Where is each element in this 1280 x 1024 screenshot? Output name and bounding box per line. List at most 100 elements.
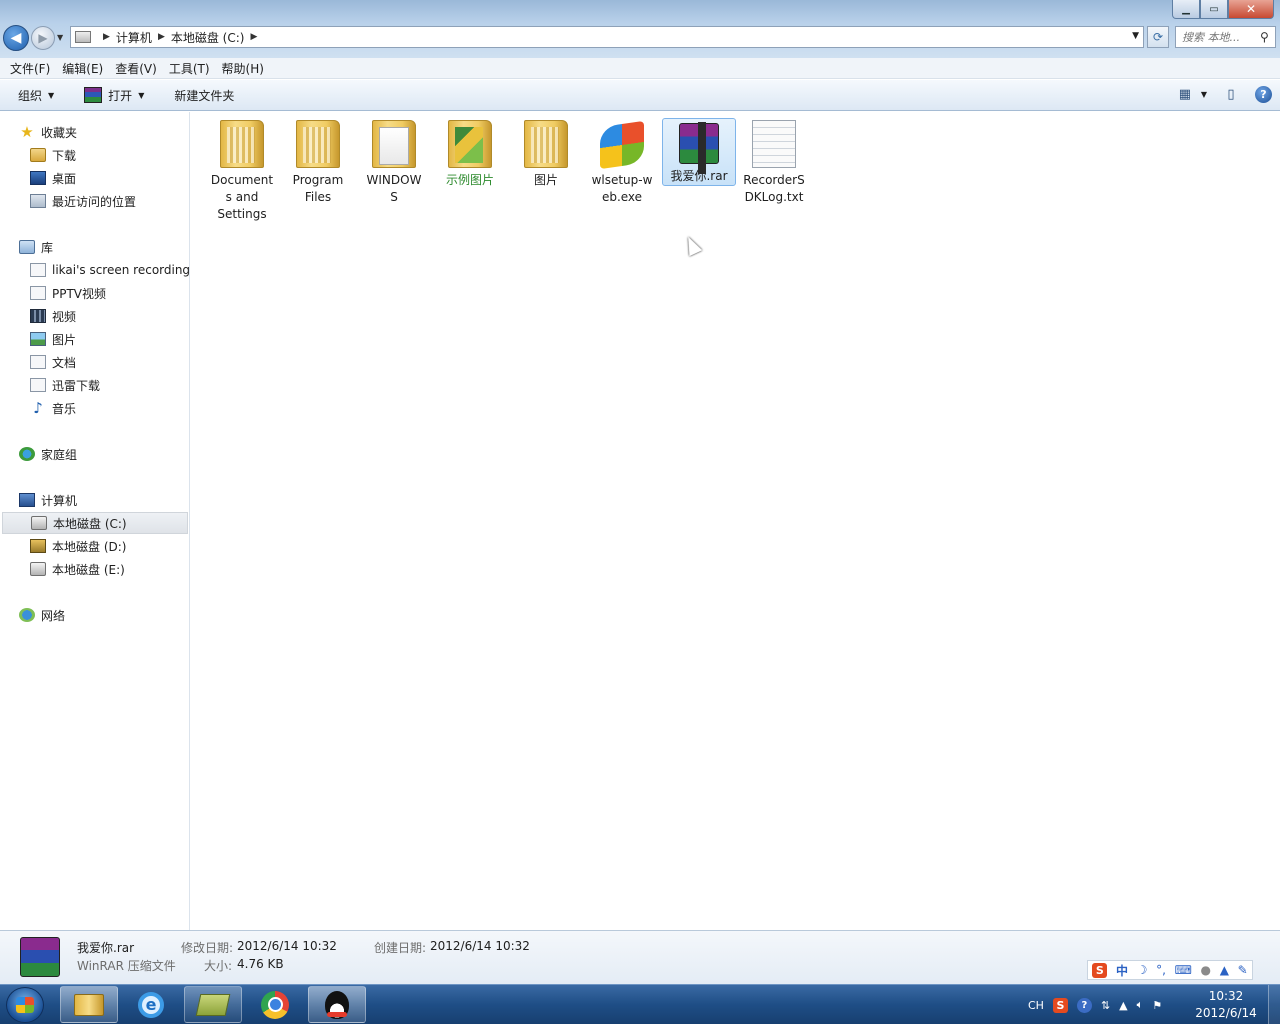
sidebar-item-drive-c[interactable]: 本地磁盘 (C:)	[2, 512, 188, 534]
library-folder-icon	[30, 286, 46, 300]
ime-chinese-mode[interactable]: 中	[1116, 962, 1128, 979]
file-item-sample-pictures[interactable]: 示例图片	[433, 118, 507, 189]
menu-view[interactable]: 查看(V)	[109, 60, 163, 77]
windows-logo-icon	[16, 997, 34, 1013]
open-button[interactable]: 打开 ▼	[76, 83, 152, 107]
show-desktop-button[interactable]	[1268, 985, 1280, 1024]
file-item-rar[interactable]: 我爱你.rar	[662, 118, 736, 186]
new-folder-button[interactable]: 新建文件夹	[166, 83, 242, 107]
menu-edit[interactable]: 编辑(E)	[56, 60, 109, 77]
refresh-button[interactable]: ⟳	[1147, 26, 1169, 48]
preview-pane-button[interactable]: ▯	[1221, 84, 1241, 104]
network-tray-icon[interactable]: ⇅	[1101, 999, 1110, 1012]
file-item-windows[interactable]: WINDOW S	[357, 118, 431, 206]
forward-button[interactable]: ▶	[31, 26, 55, 50]
breadcrumb-computer[interactable]: 计算机	[116, 29, 152, 46]
file-item-label: WINDOW S	[366, 173, 422, 204]
file-item-documents-and-settings[interactable]: Document s and Settings	[205, 118, 279, 223]
sogou-icon[interactable]: S	[1092, 962, 1108, 978]
sidebar-computer[interactable]: 计算机	[0, 489, 190, 511]
hard-drive-icon	[30, 539, 46, 553]
sidebar-item-videos[interactable]: 视频	[0, 305, 190, 327]
file-item-label: 图片	[533, 173, 558, 187]
folder-icon	[220, 120, 264, 168]
sidebar-item-thunder[interactable]: 迅雷下载	[0, 374, 190, 396]
search-box[interactable]: ⚲	[1175, 26, 1276, 48]
sidebar-network[interactable]: 网络	[0, 604, 190, 626]
file-item-program-files[interactable]: Program Files	[281, 118, 355, 206]
help-button[interactable]: ?	[1255, 85, 1272, 103]
breadcrumb-drive-c[interactable]: 本地磁盘 (C:)	[171, 29, 245, 46]
menu-help[interactable]: 帮助(H)	[216, 60, 270, 77]
address-dropdown-icon[interactable]: ▼	[1132, 31, 1139, 41]
sidebar-homegroup[interactable]: 家庭组	[0, 443, 190, 465]
sidebar-item-pptv[interactable]: PPTV视频	[0, 282, 190, 304]
file-item-label: 示例图片	[445, 173, 494, 187]
sidebar-item-pictures[interactable]: 图片	[0, 328, 190, 350]
command-bar: 组织 ▼ 打开 ▼ 新建文件夹	[0, 80, 1280, 111]
sidebar-item-music[interactable]: ♪ 音乐	[0, 397, 190, 419]
recent-pages-dropdown[interactable]: ▼	[57, 33, 63, 42]
minimize-button[interactable]: ▁	[1172, 0, 1200, 19]
view-controls: ▦ ▼ ▯ ?	[1175, 84, 1272, 104]
taskbar-ie[interactable]: e	[122, 986, 180, 1023]
taskbar-folder[interactable]	[184, 986, 242, 1023]
search-icon[interactable]: ⚲	[1260, 30, 1269, 44]
keyboard-icon[interactable]: ⌨	[1175, 963, 1192, 977]
sidebar-item-label: 文档	[52, 355, 77, 370]
language-indicator[interactable]: CH	[1028, 999, 1044, 1012]
search-input[interactable]	[1182, 30, 1260, 44]
clock[interactable]: 10:32 2012/6/14	[1190, 988, 1262, 1022]
volume-icon[interactable]: 🔈︎	[1137, 998, 1144, 1012]
back-button[interactable]: ◀	[3, 25, 29, 51]
sidebar-item-label: 收藏夹	[41, 125, 78, 140]
sidebar-item-drive-d[interactable]: 本地磁盘 (D:)	[0, 535, 190, 557]
maximize-button[interactable]: ▭	[1200, 0, 1228, 19]
sidebar-item-label: 迅雷下载	[52, 378, 101, 393]
video-icon	[30, 309, 46, 323]
breadcrumb-chevron-icon[interactable]: ▶	[158, 32, 165, 42]
skin-icon[interactable]: ▲	[1220, 963, 1229, 977]
menu-tools[interactable]: 工具(T)	[163, 60, 216, 77]
punctuation-icon[interactable]: °,	[1156, 963, 1166, 977]
menu-file[interactable]: 文件(F)	[4, 60, 56, 77]
sidebar-item-screen-recording[interactable]: likai's screen recording	[0, 259, 190, 281]
moon-icon[interactable]: ☽	[1137, 963, 1148, 977]
sidebar-item-recent[interactable]: 最近访问的位置	[0, 190, 190, 212]
close-button[interactable]: ✕	[1228, 0, 1274, 19]
show-hidden-icons-icon[interactable]: ▲	[1119, 999, 1127, 1012]
organize-button[interactable]: 组织 ▼	[10, 83, 62, 107]
help-tray-icon[interactable]: ?	[1076, 997, 1092, 1013]
sidebar-favorites[interactable]: ★ 收藏夹	[0, 121, 190, 143]
address-bar[interactable]: ▶ 计算机 ▶ 本地磁盘 (C:) ▶ ▼	[70, 26, 1144, 48]
sidebar-item-label: 家庭组	[41, 447, 78, 462]
wrench-icon[interactable]: ✎	[1238, 963, 1248, 977]
file-list[interactable]: Document s and Settings Program Files WI…	[191, 112, 1280, 930]
taskbar-qq[interactable]	[308, 986, 366, 1023]
file-item-recorder-log[interactable]: RecorderS DKLog.txt	[737, 118, 811, 206]
sidebar-item-documents[interactable]: 文档	[0, 351, 190, 373]
file-item-wlsetup[interactable]: wlsetup-w eb.exe	[585, 118, 659, 206]
mouse-cursor-icon	[681, 233, 703, 257]
breadcrumb-chevron-icon[interactable]: ▶	[250, 32, 257, 42]
action-center-flag-icon[interactable]: ⚑	[1152, 999, 1162, 1012]
start-button[interactable]	[6, 987, 44, 1023]
window-controls: ▁ ▭ ✕	[1172, 0, 1274, 19]
change-view-button[interactable]: ▦ ▼	[1175, 84, 1207, 104]
downloads-folder-icon	[30, 148, 46, 162]
sogou-tray-icon[interactable]: S	[1052, 997, 1068, 1013]
computer-icon	[19, 493, 35, 507]
taskbar-explorer[interactable]	[60, 986, 118, 1023]
taskbar-chrome[interactable]	[246, 986, 304, 1023]
sidebar-item-desktop[interactable]: 桌面	[0, 167, 190, 189]
file-item-pictures[interactable]: 图片	[509, 118, 583, 189]
sidebar-item-drive-e[interactable]: 本地磁盘 (E:)	[0, 558, 190, 580]
library-icon	[19, 240, 35, 254]
arrow-left-icon: ◀	[10, 30, 22, 46]
windows-logo-icon	[600, 120, 644, 170]
sidebar-item-label: 桌面	[52, 171, 77, 186]
sidebar-item-downloads[interactable]: 下载	[0, 144, 190, 166]
user-icon[interactable]: ●	[1201, 963, 1211, 977]
breadcrumb-chevron-icon[interactable]: ▶	[103, 32, 110, 42]
sidebar-libraries[interactable]: 库	[0, 236, 190, 258]
